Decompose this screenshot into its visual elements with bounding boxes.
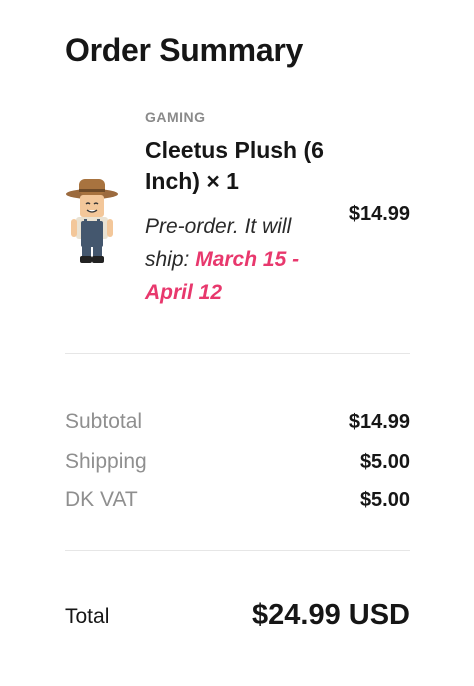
subtotal-row: Subtotal $14.99 [65,407,410,437]
subtotal-value: $14.99 [348,410,410,433]
vat-row: DK VAT $5.00 [65,485,410,515]
shipping-row: Shipping $5.00 [65,447,410,477]
item-category: GAMING [145,109,206,125]
plush-figure-icon [65,175,119,265]
preorder-note: Pre-order. It will ship: March 15 - Apri… [145,210,325,309]
total-row: Total $24.99 USD [65,588,410,632]
subtotal-label: Subtotal [65,410,143,433]
order-item: GAMING Cleetus Plush (6 Inch) × 1 Pre-or… [65,100,410,320]
item-name: Cleetus Plush (6 Inch) × 1 [145,137,324,194]
divider [65,550,410,551]
divider [65,353,410,354]
shipping-value: $5.00 [359,450,410,473]
item-price: $14.99 [348,203,410,225]
total-value: $24.99 USD [252,599,410,631]
order-summary-title: Order Summary [65,32,303,68]
total-label: Total [65,605,110,628]
shipping-label: Shipping [65,450,147,473]
vat-label: DK VAT [65,488,138,511]
vat-value: $5.00 [359,488,410,511]
